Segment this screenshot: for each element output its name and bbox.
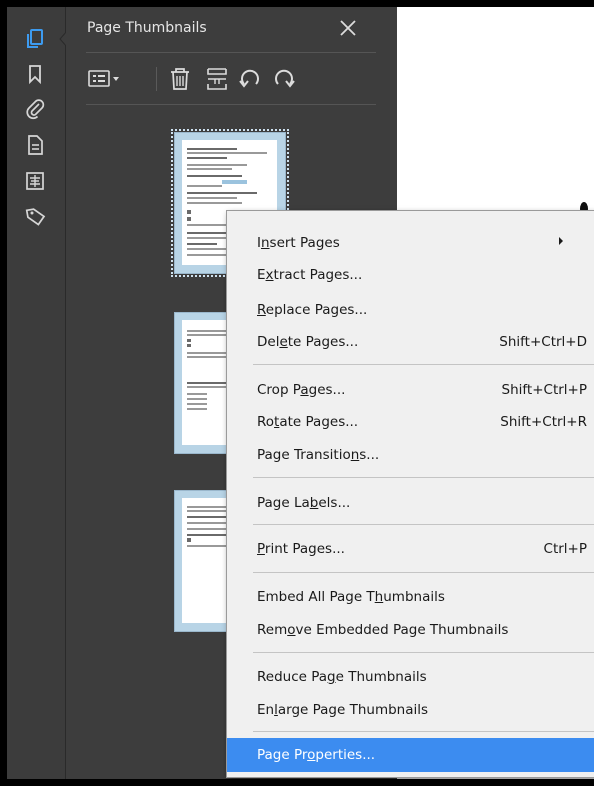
rotate-clockwise-icon[interactable] xyxy=(271,66,297,92)
panel-title: Page Thumbnails xyxy=(87,20,207,36)
menu-item-enlarge-thumbnails[interactable]: Enlarge Page Thumbnails xyxy=(227,694,594,726)
insert-page-icon[interactable] xyxy=(204,66,230,92)
menu-item-page-transitions[interactable]: Page Transitions... xyxy=(227,439,594,471)
menu-separator xyxy=(253,524,594,525)
thumbnails-toolbar xyxy=(66,59,396,99)
document-properties-icon[interactable] xyxy=(24,134,46,156)
menu-separator xyxy=(253,364,594,365)
menu-item-page-labels[interactable]: Page Labels... xyxy=(227,487,594,519)
menu-item-reduce-thumbnails[interactable]: Reduce Page Thumbnails xyxy=(227,661,594,693)
menu-item-replace-pages[interactable]: Replace Pages... xyxy=(227,294,594,326)
header-divider xyxy=(86,52,376,53)
thumbnail-context-menu: Insert Pages Extract Pages... Replace Pa… xyxy=(226,210,594,778)
layers-icon[interactable] xyxy=(24,170,46,192)
menu-item-crop-pages[interactable]: Crop Pages... Shift+Ctrl+P xyxy=(227,374,594,406)
submenu-arrow-icon xyxy=(559,237,563,245)
menu-separator xyxy=(253,731,594,732)
menu-item-insert-pages[interactable]: Insert Pages xyxy=(227,227,594,259)
toolbar-divider xyxy=(86,104,376,105)
shortcut: Shift+Ctrl+P xyxy=(501,382,587,398)
shortcut: Shift+Ctrl+D xyxy=(499,334,587,350)
navigation-pane-strip xyxy=(7,7,68,779)
menu-item-extract-pages[interactable]: Extract Pages... xyxy=(227,259,594,291)
shortcut: Ctrl+P xyxy=(543,541,587,557)
thumbnail-options-icon[interactable] xyxy=(87,66,127,92)
menu-item-print-pages[interactable]: Print Pages... Ctrl+P xyxy=(227,533,594,565)
toolbar-separator xyxy=(156,67,157,91)
menu-separator xyxy=(253,477,594,478)
menu-item-rotate-pages[interactable]: Rotate Pages... Shift+Ctrl+R xyxy=(227,406,594,438)
menu-separator xyxy=(253,652,594,653)
bookmark-icon[interactable] xyxy=(24,63,46,85)
menu-separator xyxy=(253,572,594,573)
attachment-icon[interactable] xyxy=(24,98,46,120)
menu-item-remove-embedded-thumbnails[interactable]: Remove Embedded Page Thumbnails xyxy=(227,614,594,646)
menu-item-embed-thumbnails[interactable]: Embed All Page Thumbnails xyxy=(227,581,594,613)
menu-item-page-properties[interactable]: Page Properties... xyxy=(227,738,594,772)
menu-item-delete-pages[interactable]: Delete Pages... Shift+Ctrl+D xyxy=(227,326,594,358)
shortcut: Shift+Ctrl+R xyxy=(500,414,587,430)
close-icon[interactable] xyxy=(336,16,360,40)
delete-icon[interactable] xyxy=(167,66,193,92)
page-thumbnails-icon[interactable] xyxy=(24,28,46,50)
tag-icon[interactable] xyxy=(24,206,46,228)
panel-header: Page Thumbnails xyxy=(66,7,396,51)
rotate-counterclockwise-icon[interactable] xyxy=(237,66,263,92)
